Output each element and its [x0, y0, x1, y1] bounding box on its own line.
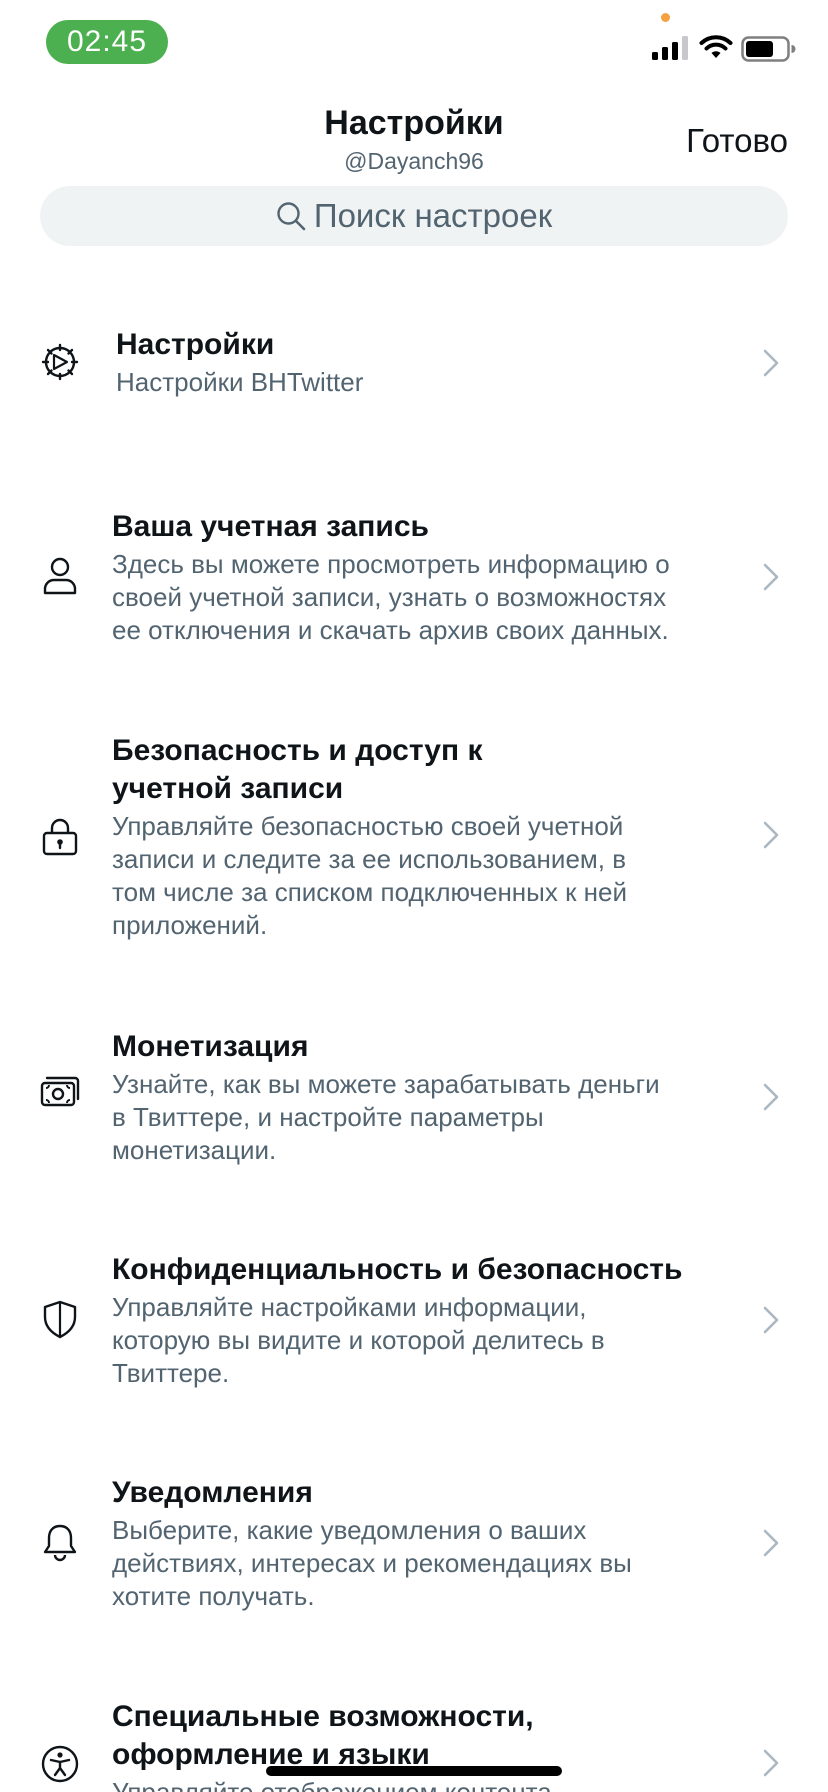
settings-row-monetization[interactable]: Монетизация Узнайте, как вы можете зараб…	[0, 1020, 828, 1170]
row-text: Специальные возможности, оформление и яз…	[112, 1698, 732, 1792]
row-description-line: своей учетной записи, узнать о возможнос…	[112, 582, 667, 612]
row-text: Настройки Настройки BHTwitter	[116, 326, 736, 399]
row-description-line: приложений.	[112, 910, 268, 940]
settings-row-privacy-safety[interactable]: Конфиденциальность и безопасность Управл…	[0, 1243, 828, 1393]
bell-icon	[43, 1524, 77, 1562]
row-description: Управляйте безопасностью своей учетной з…	[112, 810, 732, 942]
row-description: Управляйте настройками информации, котор…	[112, 1291, 732, 1390]
accessibility-icon	[41, 1745, 79, 1783]
lock-icon	[42, 818, 78, 856]
money-icon	[40, 1076, 80, 1107]
gear-icon	[41, 343, 79, 381]
row-text: Уведомления Выберите, какие уведомления …	[112, 1474, 732, 1613]
row-description-line: Твиттере.	[112, 1358, 230, 1388]
chevron-right-icon	[763, 821, 779, 849]
row-title-line: Безопасность и доступ к	[112, 734, 483, 767]
settings-row-account[interactable]: Ваша учетная запись Здесь вы можете прос…	[0, 500, 828, 650]
row-title: Безопасность и доступ к учетной записи	[112, 732, 732, 808]
row-description-line: Выберите, какие уведомления о ваших	[112, 1515, 587, 1545]
chevron-right-icon	[763, 1749, 779, 1777]
row-title: Ваша учетная запись	[112, 510, 429, 543]
row-description-line: ее отключения и скачать архив своих данн…	[112, 615, 669, 645]
row-text: Монетизация Узнайте, как вы можете зараб…	[112, 1028, 732, 1167]
row-text: Безопасность и доступ к учетной записи У…	[112, 732, 732, 942]
row-description-line: Управляйте отображением контента	[112, 1777, 552, 1792]
settings-row-bhtwitter[interactable]: Настройки Настройки BHTwitter	[0, 320, 828, 420]
row-title-line: Специальные возможности,	[112, 1700, 534, 1733]
row-description-line: Настройки BHTwitter	[116, 367, 364, 397]
home-indicator[interactable]	[266, 1766, 562, 1776]
row-title: Уведомления	[112, 1476, 313, 1509]
row-text: Ваша учетная запись Здесь вы можете прос…	[112, 508, 732, 647]
row-description-line: действиях, интересах и рекомендациях вы	[112, 1548, 632, 1578]
row-description-line: Здесь вы можете просмотреть информацию о	[112, 549, 670, 579]
row-title: Специальные возможности, оформление и яз…	[112, 1698, 732, 1774]
row-description-line: Управляйте настройками информации,	[112, 1292, 587, 1322]
chevron-right-icon	[763, 1529, 779, 1557]
row-description: Здесь вы можете просмотреть информацию о…	[112, 548, 732, 647]
row-description: Настройки BHTwitter	[116, 366, 736, 399]
row-description-line: Узнайте, как вы можете зарабатывать день…	[112, 1069, 660, 1099]
chevron-right-icon	[763, 563, 779, 591]
row-text: Конфиденциальность и безопасность Управл…	[112, 1251, 732, 1390]
row-description-line: записи и следите за ее использованием, в	[112, 844, 627, 874]
person-icon	[43, 557, 77, 595]
chevron-right-icon	[763, 1306, 779, 1334]
row-description: Выберите, какие уведомления о ваших дейс…	[112, 1514, 732, 1613]
settings-row-notifications[interactable]: Уведомления Выберите, какие уведомления …	[0, 1466, 828, 1616]
shield-icon	[43, 1300, 77, 1339]
settings-row-security-access[interactable]: Безопасность и доступ к учетной записи У…	[0, 724, 828, 944]
row-description: Узнайте, как вы можете зарабатывать день…	[112, 1068, 732, 1167]
row-title: Монетизация	[112, 1030, 309, 1063]
settings-list: Настройки Настройки BHTwitter Ваша учетн…	[0, 0, 828, 1792]
row-description-line: хотите получать.	[112, 1581, 315, 1611]
row-title: Настройки	[116, 328, 275, 361]
row-title: Конфиденциальность и безопасность	[112, 1253, 683, 1286]
row-description-line: том числе за списком подключенных к ней	[112, 877, 628, 907]
row-description-line: монетизации.	[112, 1135, 277, 1165]
row-description-line: которую вы видите и которой делитесь в	[112, 1325, 605, 1355]
row-description-line: Управляйте безопасностью своей учетной	[112, 811, 624, 841]
chevron-right-icon	[763, 1083, 779, 1111]
row-title-line: учетной записи	[112, 772, 344, 805]
row-description: Управляйте отображением контента	[112, 1776, 732, 1792]
chevron-right-icon	[763, 349, 779, 377]
settings-row-accessibility[interactable]: Специальные возможности, оформление и яз…	[0, 1690, 828, 1792]
row-description-line: в Твиттере, и настройте параметры	[112, 1102, 544, 1132]
